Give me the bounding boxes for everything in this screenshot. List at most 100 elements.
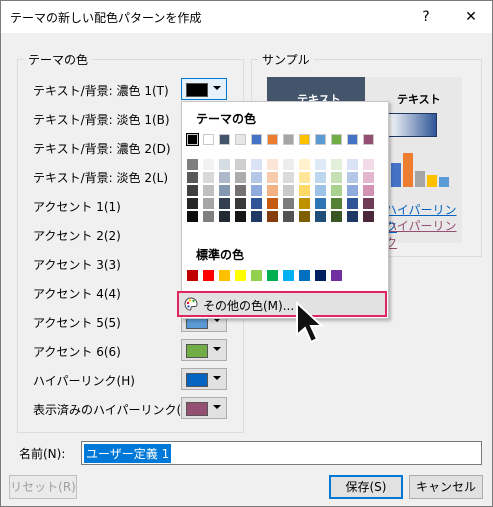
- theme-shade-swatch[interactable]: [219, 185, 230, 196]
- theme-shade-swatch[interactable]: [251, 159, 262, 170]
- theme-shade-swatch[interactable]: [251, 211, 262, 222]
- theme-shade-swatch[interactable]: [203, 198, 214, 209]
- theme-color-swatch[interactable]: [186, 133, 199, 146]
- name-label: 名前(N):: [19, 447, 66, 461]
- theme-color-swatch[interactable]: [347, 134, 358, 145]
- theme-shade-swatch[interactable]: [363, 211, 374, 222]
- theme-shade-swatch[interactable]: [363, 172, 374, 183]
- standard-color-swatch[interactable]: [235, 270, 246, 281]
- theme-shade-swatch[interactable]: [347, 172, 358, 183]
- theme-color-swatch[interactable]: [283, 134, 294, 145]
- theme-color-swatch[interactable]: [235, 134, 246, 145]
- theme-shade-swatch[interactable]: [203, 172, 214, 183]
- theme-shade-swatch[interactable]: [251, 172, 262, 183]
- theme-shade-swatch[interactable]: [299, 211, 310, 222]
- theme-shade-swatch[interactable]: [187, 172, 198, 183]
- sample-bar-1: [391, 163, 401, 187]
- color-row-label: アクセント 3(3): [33, 258, 121, 272]
- theme-shade-swatch[interactable]: [347, 185, 358, 196]
- theme-shade-swatch[interactable]: [267, 198, 278, 209]
- color-row-label: アクセント 4(4): [33, 287, 121, 301]
- theme-shade-swatch[interactable]: [203, 159, 214, 170]
- theme-shade-swatch[interactable]: [331, 159, 342, 170]
- theme-shade-swatch[interactable]: [219, 159, 230, 170]
- color-row-label: テキスト/背景: 淡色 2(L): [33, 171, 169, 185]
- standard-color-swatch[interactable]: [283, 270, 294, 281]
- theme-shade-swatch[interactable]: [331, 172, 342, 183]
- theme-shade-swatch[interactable]: [267, 211, 278, 222]
- theme-shade-swatch[interactable]: [347, 211, 358, 222]
- theme-shade-swatch[interactable]: [283, 185, 294, 196]
- theme-color-swatch[interactable]: [299, 134, 310, 145]
- sample-label: サンプル: [258, 51, 314, 68]
- theme-shade-swatch[interactable]: [331, 211, 342, 222]
- color-picker-button[interactable]: [181, 78, 227, 100]
- close-button[interactable]: ✕: [456, 5, 486, 29]
- standard-color-swatch[interactable]: [187, 270, 198, 281]
- standard-color-swatch[interactable]: [267, 270, 278, 281]
- theme-shade-swatch[interactable]: [203, 185, 214, 196]
- theme-shade-swatch[interactable]: [235, 198, 246, 209]
- theme-shade-swatch[interactable]: [187, 185, 198, 196]
- theme-shade-swatch[interactable]: [315, 211, 326, 222]
- standard-color-swatch[interactable]: [315, 270, 326, 281]
- more-colors-menu-item[interactable]: その他の色(M)...: [177, 291, 387, 317]
- theme-color-swatch[interactable]: [203, 134, 214, 145]
- theme-shade-swatch[interactable]: [251, 185, 262, 196]
- theme-shade-swatch[interactable]: [283, 211, 294, 222]
- theme-shade-swatch[interactable]: [315, 185, 326, 196]
- theme-shade-swatch[interactable]: [315, 172, 326, 183]
- standard-color-swatch[interactable]: [219, 270, 230, 281]
- theme-shade-swatch[interactable]: [347, 198, 358, 209]
- theme-shade-swatch[interactable]: [219, 211, 230, 222]
- sample-shape: [387, 113, 437, 137]
- theme-shade-swatch[interactable]: [251, 198, 262, 209]
- help-button[interactable]: ?: [411, 5, 441, 29]
- theme-color-swatch[interactable]: [219, 134, 230, 145]
- theme-shade-swatch[interactable]: [315, 198, 326, 209]
- color-picker-button[interactable]: [181, 397, 227, 419]
- theme-shade-swatch[interactable]: [299, 159, 310, 170]
- standard-color-swatch[interactable]: [299, 270, 310, 281]
- theme-shade-swatch[interactable]: [283, 198, 294, 209]
- standard-color-swatch[interactable]: [203, 270, 214, 281]
- theme-shade-swatch[interactable]: [299, 185, 310, 196]
- color-picker-button[interactable]: [181, 339, 227, 361]
- theme-shade-swatch[interactable]: [331, 185, 342, 196]
- theme-color-swatch[interactable]: [331, 134, 342, 145]
- save-button[interactable]: 保存(S): [329, 475, 403, 499]
- theme-shade-swatch[interactable]: [363, 159, 374, 170]
- theme-shade-swatch[interactable]: [315, 159, 326, 170]
- theme-shade-swatch[interactable]: [363, 198, 374, 209]
- theme-shade-swatch[interactable]: [331, 198, 342, 209]
- theme-shade-swatch[interactable]: [235, 211, 246, 222]
- theme-shade-swatch[interactable]: [267, 159, 278, 170]
- theme-shade-swatch[interactable]: [235, 172, 246, 183]
- theme-shade-swatch[interactable]: [187, 198, 198, 209]
- theme-shade-swatch[interactable]: [283, 159, 294, 170]
- standard-color-swatch[interactable]: [331, 270, 342, 281]
- theme-shade-swatch[interactable]: [283, 172, 294, 183]
- theme-color-swatch[interactable]: [267, 134, 278, 145]
- theme-shade-swatch[interactable]: [203, 211, 214, 222]
- theme-shade-swatch[interactable]: [299, 198, 310, 209]
- theme-shade-swatch[interactable]: [219, 172, 230, 183]
- reset-button[interactable]: リセット(R): [9, 475, 77, 499]
- theme-shade-swatch[interactable]: [299, 172, 310, 183]
- theme-shade-swatch[interactable]: [347, 159, 358, 170]
- theme-shade-swatch[interactable]: [187, 159, 198, 170]
- cancel-button[interactable]: キャンセル: [409, 475, 483, 499]
- theme-shade-swatch[interactable]: [187, 211, 198, 222]
- theme-shade-swatch[interactable]: [267, 172, 278, 183]
- theme-shade-swatch[interactable]: [267, 185, 278, 196]
- theme-shade-swatch[interactable]: [235, 159, 246, 170]
- standard-color-swatch[interactable]: [251, 270, 262, 281]
- theme-shade-swatch[interactable]: [363, 185, 374, 196]
- color-picker-button[interactable]: [181, 368, 227, 390]
- theme-color-swatch[interactable]: [363, 134, 374, 145]
- theme-color-swatch[interactable]: [251, 134, 262, 145]
- theme-shade-swatch[interactable]: [219, 198, 230, 209]
- name-input[interactable]: ユーザー定義 1: [81, 441, 482, 465]
- theme-shade-swatch[interactable]: [235, 185, 246, 196]
- theme-color-swatch[interactable]: [315, 134, 326, 145]
